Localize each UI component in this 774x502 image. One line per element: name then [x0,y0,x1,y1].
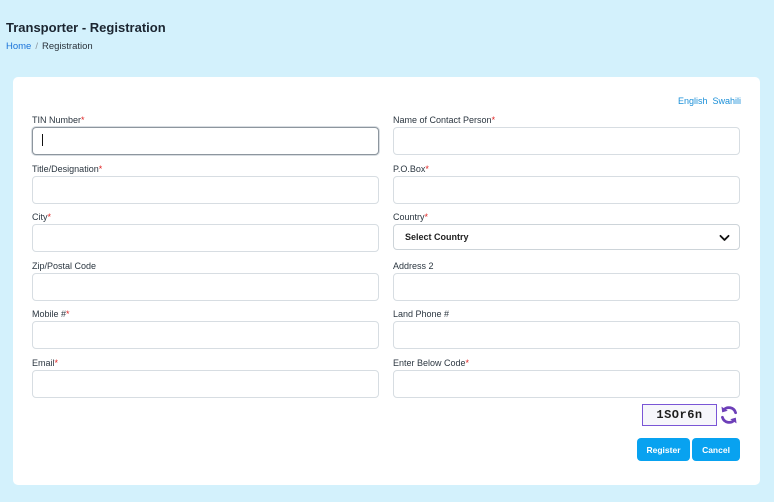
mobile-label: Mobile #* [32,309,70,319]
language-swahili-link[interactable]: Swahili [712,96,741,106]
country-field: Country* Select Country [393,211,740,250]
language-switcher: English Swahili [673,96,741,106]
address2-field: Address 2 [393,260,740,301]
email-field: Email* [32,357,379,398]
contact-person-label: Name of Contact Person* [393,115,496,125]
email-input[interactable] [32,370,379,398]
captcha-input[interactable] [393,370,740,398]
land-phone-label: Land Phone # [393,309,450,319]
breadcrumb: Home / Registration [6,41,93,52]
mobile-input[interactable] [32,321,379,349]
registration-card: English Swahili TIN Number* Name of Conta… [13,77,760,485]
breadcrumb-home-link[interactable]: Home [6,41,31,52]
chevron-down-icon [719,234,730,241]
po-box-field: P.O.Box* [393,163,740,204]
address2-label: Address 2 [393,261,434,271]
text-cursor [42,134,43,146]
breadcrumb-separator: / [35,41,38,52]
address2-input[interactable] [393,273,740,301]
po-box-input[interactable] [393,176,740,204]
tin-number-input[interactable] [32,127,379,155]
email-label: Email* [32,358,59,368]
captcha-input-label: Enter Below Code* [393,358,470,368]
breadcrumb-current: Registration [41,41,93,52]
page-title: Transporter - Registration [6,20,166,35]
zip-code-field: Zip/Postal Code [32,260,379,301]
captcha-input-field: Enter Below Code* [393,357,740,398]
po-box-label: P.O.Box* [393,164,429,174]
country-label: Country* [393,212,429,222]
land-phone-field: Land Phone # [393,308,740,349]
language-english-link[interactable]: English [678,96,708,106]
land-phone-input[interactable] [393,321,740,349]
tin-number-field: TIN Number* [32,114,379,155]
city-label: City* [32,212,52,222]
title-designation-field: Title/Designation* [32,163,379,204]
contact-person-field: Name of Contact Person* [393,114,740,155]
country-selected-value: Select Country [405,232,469,242]
city-input[interactable] [32,224,379,252]
city-field: City* [32,211,379,252]
register-button[interactable]: Register [637,438,690,461]
refresh-icon[interactable] [718,404,740,426]
cancel-button[interactable]: Cancel [692,438,740,461]
country-select[interactable]: Select Country [393,224,740,250]
title-designation-label: Title/Designation* [32,164,103,174]
captcha-image: 1SOr6n [642,404,717,426]
zip-code-input[interactable] [32,273,379,301]
page-header: Transporter - Registration Home / Registra… [0,0,774,76]
zip-code-label: Zip/Postal Code [32,261,97,271]
title-designation-input[interactable] [32,176,379,204]
mobile-field: Mobile #* [32,308,379,349]
tin-number-label: TIN Number* [32,115,85,125]
contact-person-input[interactable] [393,127,740,155]
